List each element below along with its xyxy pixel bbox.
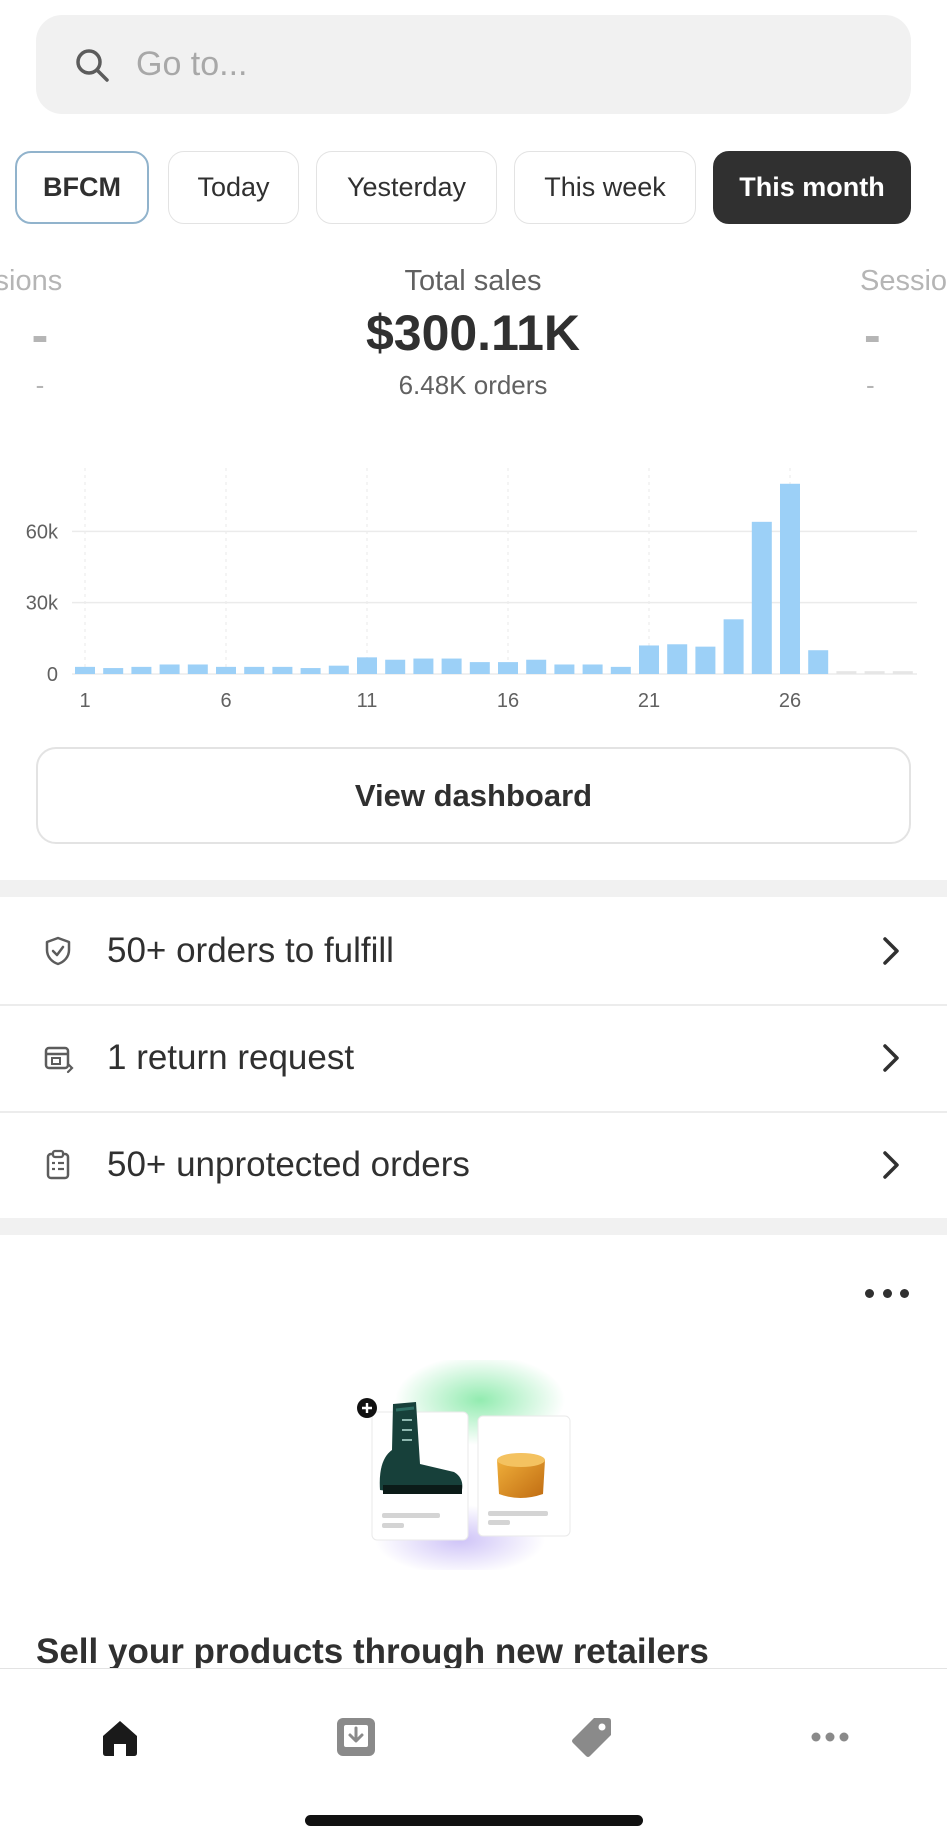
chart-bar <box>892 671 913 674</box>
metric-value: - <box>864 307 881 363</box>
chart-bar <box>441 658 462 674</box>
chart-bar <box>751 521 772 674</box>
nav-home[interactable] <box>90 1709 150 1765</box>
chevron-right-icon <box>883 1151 899 1179</box>
search-bar[interactable] <box>36 15 911 114</box>
metric-sessions-left[interactable]: ssions - - <box>0 265 100 401</box>
products-tag-icon <box>572 1718 611 1757</box>
home-indicator[interactable] <box>305 1815 643 1826</box>
chart-bar <box>385 659 406 674</box>
task-unprotected-orders[interactable]: 50+ unprotected orders <box>0 1112 947 1218</box>
filter-this-week[interactable]: This week <box>514 151 696 224</box>
sales-bar-chart: 030k60k1 6 11 16 21 26 <box>26 468 917 712</box>
x-tick-label: 11 <box>357 690 378 712</box>
retailers-product-illustration <box>357 1360 571 1570</box>
metric-value: $300.11K <box>365 305 581 361</box>
metric-label: Sessio <box>860 265 947 297</box>
metric-sub: - <box>35 370 45 400</box>
metric-label: ssions <box>0 265 63 297</box>
chart-bar <box>187 664 208 674</box>
x-tick-label: 1 <box>79 690 90 712</box>
more-options-icon[interactable] <box>865 1280 909 1306</box>
x-tick-label: 6 <box>220 690 231 712</box>
chart-bar <box>639 645 659 674</box>
y-tick-label: 0 <box>47 664 58 686</box>
filter-today[interactable]: Today <box>168 151 299 224</box>
chart-bar <box>582 664 603 674</box>
nav-orders[interactable] <box>326 1709 386 1765</box>
chart-bar <box>469 662 490 674</box>
chart-bar <box>103 668 124 674</box>
search-input[interactable] <box>136 45 836 84</box>
nav-products[interactable] <box>562 1709 622 1765</box>
shield-check-icon <box>45 936 71 966</box>
chart-bar <box>75 666 95 674</box>
chart-bar <box>526 659 547 674</box>
metric-sub: 6.48K orders <box>398 370 548 400</box>
y-tick-label: 30k <box>26 593 59 615</box>
clipboard-icon <box>46 1149 70 1180</box>
chart-bar <box>216 666 236 674</box>
nav-more[interactable] <box>800 1709 860 1765</box>
metric-total-sales[interactable]: Total sales $300.11K 6.48K orders <box>273 265 673 401</box>
section-divider <box>0 880 947 897</box>
y-tick-label: 60k <box>26 521 59 543</box>
search-icon <box>76 48 109 82</box>
view-dashboard-button[interactable]: View dashboard <box>36 747 911 844</box>
chart-bar <box>244 666 265 674</box>
chart-bar <box>610 666 631 674</box>
promo-title: Sell your products through new retailers <box>36 1632 709 1671</box>
metric-label: Total sales <box>404 265 542 297</box>
chart-bar <box>723 619 744 674</box>
metric-sessions-right[interactable]: Sessio - - <box>860 265 947 401</box>
chart-bar <box>300 668 321 674</box>
task-label: 50+ orders to fulfill <box>107 931 394 970</box>
chart-bar <box>780 483 800 674</box>
task-orders-to-fulfill[interactable]: 50+ orders to fulfill <box>0 898 947 1004</box>
chart-bar <box>864 671 885 674</box>
x-tick-label: 16 <box>497 690 519 712</box>
chart-bar <box>695 646 716 674</box>
task-return-request[interactable]: 1 return request <box>0 1005 947 1111</box>
metric-sub: - <box>866 370 875 400</box>
chevron-right-icon <box>883 937 899 965</box>
chart-bar <box>808 650 829 674</box>
filter-this-month[interactable]: This month <box>713 151 911 224</box>
chart-bar <box>357 657 377 674</box>
chart-bar <box>131 666 152 674</box>
x-tick-label: 26 <box>779 690 801 712</box>
home-icon <box>103 1721 137 1756</box>
task-label: 1 return request <box>107 1038 355 1077</box>
chart-bar <box>554 664 575 674</box>
chart-bar <box>498 662 518 674</box>
return-icon <box>44 1046 74 1074</box>
more-icon <box>811 1732 849 1742</box>
filter-bfcm[interactable]: BFCM <box>15 151 149 224</box>
chart-bar <box>667 644 688 674</box>
chart-bar <box>836 671 857 674</box>
chart-bar <box>328 665 349 674</box>
chevron-right-icon <box>883 1044 899 1072</box>
chart-bar <box>272 666 293 674</box>
filter-yesterday[interactable]: Yesterday <box>316 151 497 224</box>
chart-bar <box>159 664 180 674</box>
x-tick-label: 21 <box>638 690 660 712</box>
chart-bar <box>413 658 434 674</box>
section-divider <box>0 1218 947 1235</box>
metric-value: - <box>31 307 49 363</box>
orders-icon <box>337 1718 375 1756</box>
task-label: 50+ unprotected orders <box>107 1145 470 1184</box>
